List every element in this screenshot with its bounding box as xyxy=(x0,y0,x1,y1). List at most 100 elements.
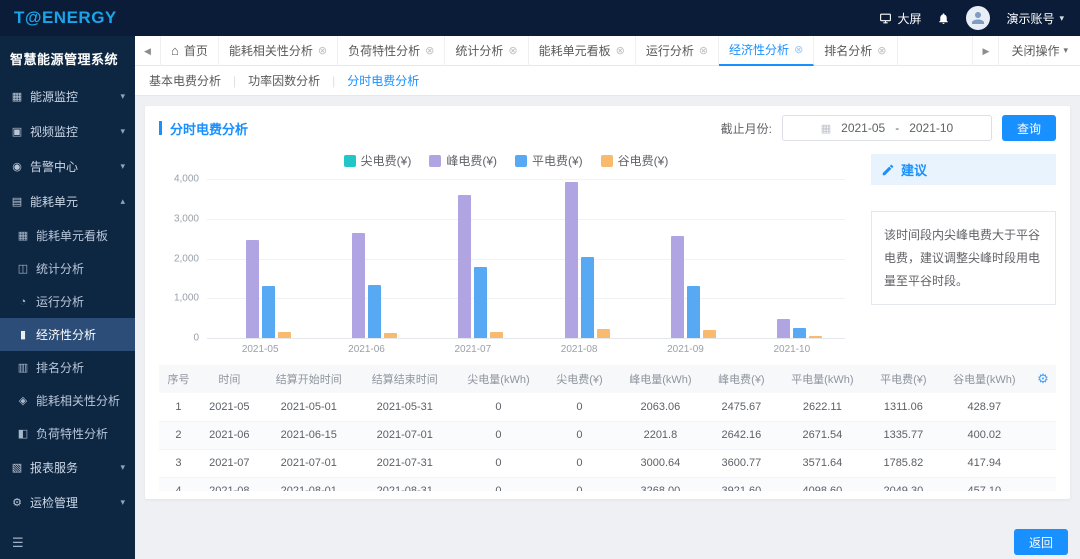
tab-close-icon[interactable]: ⊗ xyxy=(425,44,434,57)
tab-list: ⌂ 首页 能耗相关性分析 ⊗ 负荷特性分析 ⊗ 统计分析 ⊗ 能耗单元看板 ⊗ 运行分析 ⊗ 经济性分析… xyxy=(161,35,972,66)
bar-peak-fee[interactable] xyxy=(351,232,365,338)
sidebar-item-energy-monitor[interactable]: ▦ 能源监控 ▾ xyxy=(0,79,135,114)
table-cell: 1311.06 xyxy=(868,393,939,422)
suggestion-header: 建议 xyxy=(871,154,1056,185)
tab-label: 负荷特性分析 xyxy=(348,44,421,58)
bar-valley-fee[interactable] xyxy=(383,332,397,338)
table-cell: 0 xyxy=(544,421,615,450)
column-header: 序号 xyxy=(159,365,198,393)
sidebar-item-label: 能耗单元 xyxy=(30,195,79,209)
bar-peak-fee[interactable] xyxy=(777,318,791,338)
month-range-picker[interactable]: ▦ 2021-05 - 2021-10 xyxy=(781,115,992,141)
legend-item-sharp-fee[interactable]: 尖电费(¥) xyxy=(343,152,411,169)
subtab-tou-fee-analysis[interactable]: 分时电费分析 xyxy=(347,72,419,89)
sidebar-item-correlation-analysis[interactable]: ◈ 能耗相关性分析 xyxy=(0,384,135,417)
subtab-basic-fee-analysis[interactable]: 基本电费分析 xyxy=(149,72,221,89)
avatar[interactable] xyxy=(966,6,991,30)
legend-item-flat-fee[interactable]: 平电费(¥) xyxy=(515,152,583,169)
sidebar-item-statistics-analysis[interactable]: ◫ 统计分析 xyxy=(0,252,135,285)
bar-peak-fee[interactable] xyxy=(245,239,259,338)
analysis-card: 分时电费分析 截止月份: ▦ 2021-05 - 2021-10 查询 尖电费(… xyxy=(145,106,1070,499)
start-month-value: 2021-05 xyxy=(841,121,886,135)
tab-close-icon[interactable]: ⊗ xyxy=(318,44,327,57)
tab-home[interactable]: ⌂ 首页 xyxy=(161,35,219,66)
close-operations-dropdown[interactable]: 关闭操作 ▾ xyxy=(998,35,1080,66)
chart-section: 尖电费(¥) 峰电费(¥) 平电费(¥) 谷电费(¥) 4,000 3,000 2,000… xyxy=(145,150,1070,355)
bar-flat-fee[interactable] xyxy=(367,284,381,338)
sidebar-item-unit-board[interactable]: ▦ 能耗单元看板 xyxy=(0,219,135,252)
sidebar-item-economic-analysis[interactable]: ▮ 经济性分析 xyxy=(0,318,135,351)
main-area: ◀ ⌂ 首页 能耗相关性分析 ⊗ 负荷特性分析 ⊗ 统计分析 ⊗ 能耗单元看板 ⊗ 运行分析 ⊗ 经济性… xyxy=(135,35,1080,559)
tab-close-icon[interactable]: ⊗ xyxy=(616,44,625,57)
legend-label: 谷电费(¥) xyxy=(617,154,669,168)
query-button[interactable]: 查询 xyxy=(1001,115,1056,141)
chevron-down-icon: ▾ xyxy=(120,497,125,507)
column-header: 峰电费(¥) xyxy=(706,365,777,393)
table-row[interactable]: 2 2021-06 2021-06-15 2021-07-01 0 0 2201.8 2642… xyxy=(159,421,1056,450)
sidebar-item-report-service[interactable]: ▧ 报表服务 ▾ xyxy=(0,450,135,485)
sidebar-item-load-characteristic[interactable]: ◧ 负荷特性分析 xyxy=(0,417,135,450)
sidebar-item-energy-unit[interactable]: ▤ 能耗单元 ▴ xyxy=(0,184,135,219)
table-row[interactable]: 1 2021-05 2021-05-01 2021-05-31 0 0 2063.06 247… xyxy=(159,393,1056,422)
tab-correlation-analysis[interactable]: 能耗相关性分析 ⊗ xyxy=(219,35,339,66)
notifications-button[interactable] xyxy=(937,12,950,25)
bar-flat-fee[interactable] xyxy=(580,256,594,338)
big-screen-button[interactable]: 大屏 xyxy=(879,10,921,27)
tab-scroll-right-icon[interactable]: ▶ xyxy=(972,35,998,66)
account-menu[interactable]: 演示账号 ▾ xyxy=(1006,10,1064,27)
bar-flat-fee[interactable] xyxy=(261,285,275,338)
sidebar-item-front-system[interactable]: ⬒前置系统▾ xyxy=(0,520,135,527)
subtab-power-factor-analysis[interactable]: 功率因数分析 xyxy=(248,72,320,89)
suggestion-title: 建议 xyxy=(901,163,928,178)
bar-valley-fee[interactable] xyxy=(490,332,504,338)
tab-unit-board[interactable]: 能耗单元看板 ⊗ xyxy=(529,35,636,66)
sidebar-item-alarm-center[interactable]: ◉ 告警中心 ▾ xyxy=(0,149,135,184)
collapse-menu-icon[interactable]: ☰ xyxy=(12,535,24,550)
tab-scroll-left-icon[interactable]: ◀ xyxy=(135,35,161,66)
tab-economic-analysis[interactable]: 经济性分析 ⊗ xyxy=(719,35,815,66)
tab-load-characteristic[interactable]: 负荷特性分析 ⊗ xyxy=(338,35,446,66)
subtab-bar: 基本电费分析 | 功率因数分析 | 分时电费分析 xyxy=(135,66,1080,96)
legend-item-peak-fee[interactable]: 峰电费(¥) xyxy=(429,152,497,169)
legend-item-valley-fee[interactable]: 谷电费(¥) xyxy=(600,152,669,169)
table-cell: 0 xyxy=(452,393,545,422)
bar-peak-fee[interactable] xyxy=(458,194,472,338)
table-cell: 2 xyxy=(159,421,198,450)
inspection-icon: ⚙ xyxy=(12,497,22,509)
tab-statistics-analysis[interactable]: 统计分析 ⊗ xyxy=(445,35,529,66)
sidebar-item-ranking-analysis[interactable]: ▥ 排名分析 xyxy=(0,351,135,384)
alarm-center-icon: ◉ xyxy=(12,161,22,173)
gear-icon[interactable]: ⚙ xyxy=(1037,371,1049,386)
table-row[interactable]: 4 2021-08 2021-08-01 2021-08-31 0 0 3268.00 392… xyxy=(159,477,1056,491)
tab-ranking-analysis[interactable]: 排名分析 ⊗ xyxy=(814,35,898,66)
tab-label: 经济性分析 xyxy=(729,43,790,57)
subtab-divider: | xyxy=(332,73,336,88)
sidebar-item-operation-analysis[interactable]: ◔ 运行分析 xyxy=(0,285,135,318)
tab-operation-analysis[interactable]: 运行分析 ⊗ xyxy=(636,35,720,66)
table-cell: 2021-07-01 xyxy=(260,449,357,478)
bar-flat-fee[interactable] xyxy=(793,328,807,338)
bar-valley-fee[interactable] xyxy=(809,335,823,338)
bar-valley-fee[interactable] xyxy=(277,332,291,338)
chevron-down-icon: ▾ xyxy=(120,462,125,472)
table-row[interactable]: 3 2021-07 2021-07-01 2021-07-31 0 0 3000.64 360… xyxy=(159,449,1056,478)
tab-close-icon[interactable]: ⊗ xyxy=(877,44,886,57)
bar-flat-fee[interactable] xyxy=(686,286,700,338)
sidebar-item-inspection-mgmt[interactable]: ⚙ 运检管理 ▾ xyxy=(0,485,135,520)
sidebar-item-video-monitor[interactable]: ▣ 视频监控 ▾ xyxy=(0,114,135,149)
topbar: T@ENERGY 大屏 演示账号 ▾ xyxy=(0,0,1080,36)
back-button[interactable]: 返回 xyxy=(1013,529,1068,555)
table-cell: 4 xyxy=(159,477,198,491)
bar-peak-fee[interactable] xyxy=(564,182,578,338)
bar-valley-fee[interactable] xyxy=(702,330,716,338)
tab-close-icon[interactable]: ⊗ xyxy=(794,43,803,56)
legend-swatch xyxy=(429,154,442,167)
bar-flat-fee[interactable] xyxy=(474,267,488,338)
tab-label: 运行分析 xyxy=(645,44,694,58)
bar-valley-fee[interactable] xyxy=(596,329,610,338)
tab-close-icon[interactable]: ⊗ xyxy=(508,44,517,57)
unit-board-icon: ▦ xyxy=(17,230,29,242)
legend-swatch xyxy=(515,154,527,167)
bar-peak-fee[interactable] xyxy=(670,236,684,338)
tab-close-icon[interactable]: ⊗ xyxy=(699,44,708,57)
